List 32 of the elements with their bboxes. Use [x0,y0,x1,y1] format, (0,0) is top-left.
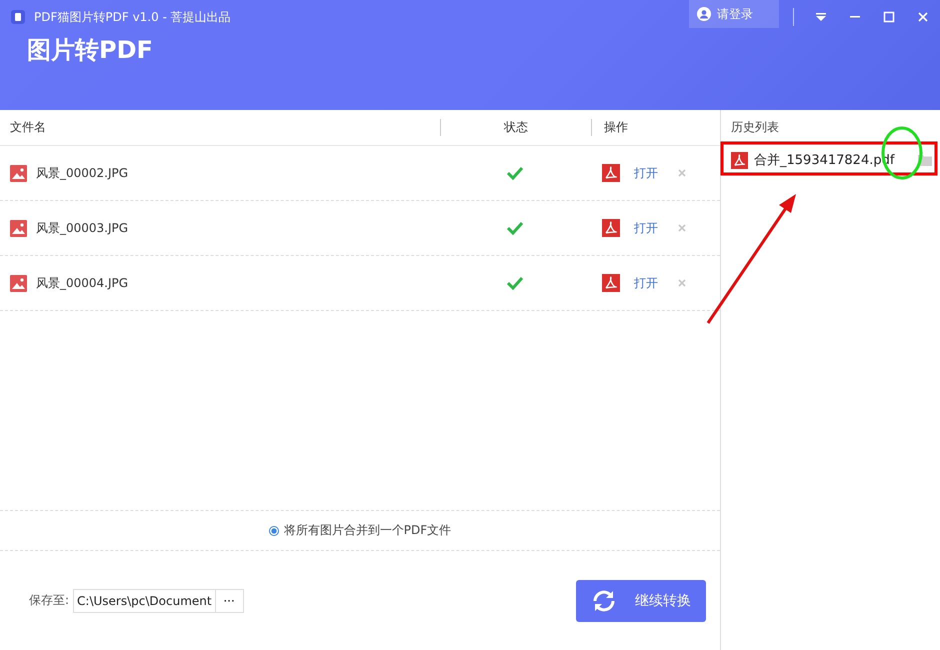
open-link[interactable]: 打开 [634,274,658,292]
column-header: 状态 [440,119,591,136]
refresh-icon [591,588,617,614]
column-header: 操作 [591,119,720,136]
pdf-icon [602,219,620,237]
login-button[interactable]: 请登录 [689,0,779,28]
image-file-icon [10,164,27,182]
file-name: 风景_00002.JPG [36,164,128,182]
pdf-icon [602,164,620,182]
page-heading: 图片转PDF [26,35,154,66]
radio-button[interactable] [268,526,279,536]
pdf-icon [602,274,620,292]
browse-button[interactable]: ··· [216,588,244,612]
pdf-icon [731,152,748,168]
image-file-icon [10,274,27,292]
window-title: PDF猫图片转PDF v1.0 - 菩提山出品 [34,8,231,26]
close-icon[interactable] [916,10,930,24]
dropdown-icon[interactable] [814,10,828,24]
user-icon [697,7,711,21]
history-title: 历史列表 [730,119,780,136]
image-file-icon [10,220,27,236]
column-header: 文件名 [9,119,47,136]
maximize-icon[interactable] [882,10,896,24]
convert-button[interactable]: 继续转换 [576,580,706,622]
file-name: 风景_00003.JPG [36,220,128,236]
open-link[interactable]: 打开 [634,220,658,236]
save-path-field[interactable]: C:\Users\pc\Document [73,588,216,612]
open-link[interactable]: 打开 [634,164,658,182]
app-icon [10,9,26,25]
file-name: 风景_00004.JPG [36,274,128,292]
merge-option-label[interactable]: 将所有图片合并到一个PDF文件 [284,522,452,539]
save-label: 保存至: [29,592,70,609]
